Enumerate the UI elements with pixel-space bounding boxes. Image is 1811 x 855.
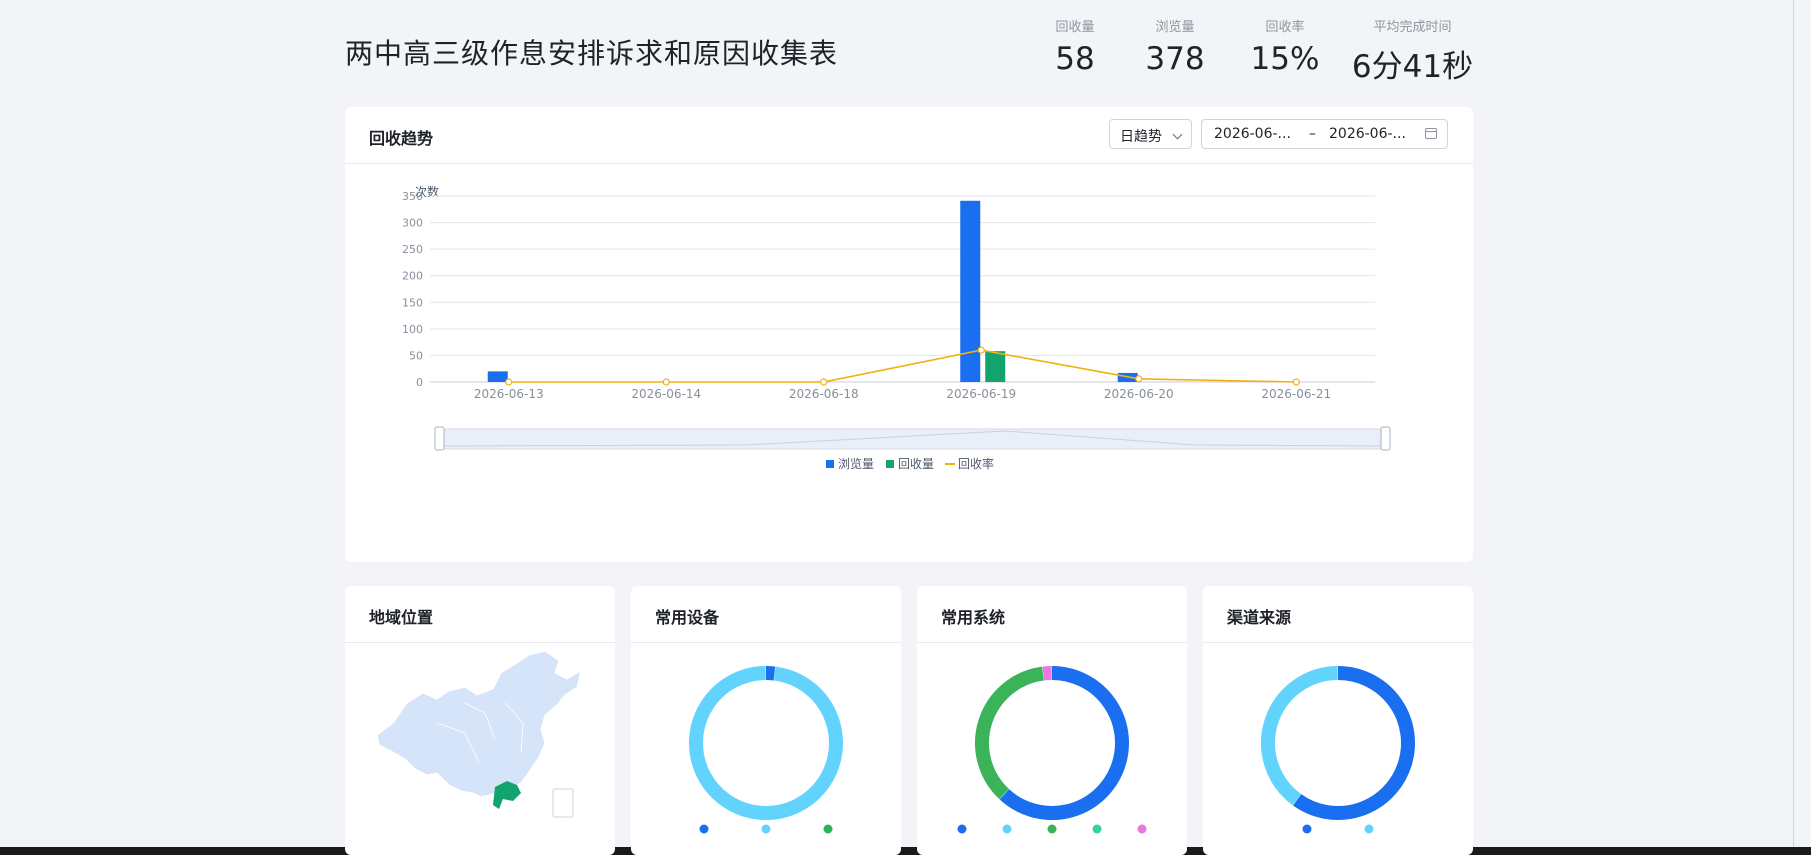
- y-tick-label: 0: [416, 376, 423, 389]
- line-point[interactable]: [505, 378, 513, 386]
- os-card: 常用系统: [917, 586, 1187, 855]
- device-card: 常用设备: [631, 586, 901, 855]
- x-tick-label: 2026-06-21: [1261, 387, 1331, 401]
- window-right-edge: [1793, 0, 1811, 855]
- date-range-picker[interactable]: 2026-06-... – 2026-06-...: [1201, 119, 1448, 149]
- donut-legend-dot[interactable]: [957, 824, 967, 834]
- map-south-sea-inset: [552, 788, 574, 818]
- donut-slice[interactable]: [999, 666, 1129, 820]
- device-title: 常用设备: [655, 608, 720, 627]
- stat-avg-time: 平均完成时间 6分41秒: [1350, 16, 1475, 86]
- line-point[interactable]: [1292, 378, 1300, 386]
- line-point[interactable]: [977, 346, 985, 354]
- y-tick-label: 200: [402, 270, 423, 283]
- donut-legend-dot[interactable]: [761, 824, 771, 834]
- zoom-handle-left[interactable]: [434, 426, 445, 451]
- line-point[interactable]: [820, 378, 828, 386]
- map-region[interactable]: [376, 650, 582, 798]
- chart-bars: [487, 200, 1138, 382]
- donut-legend-dot[interactable]: [823, 824, 833, 834]
- stat-collected: 回收量 58: [1035, 16, 1115, 77]
- stats-summary: 回收量 58 浏览量 378 回收率 15% 平均完成时间 6分41秒: [1035, 16, 1475, 86]
- stat-value: 6分41秒: [1351, 49, 1474, 85]
- donut-slice[interactable]: [689, 666, 843, 820]
- os-donut-chart: [957, 666, 1147, 834]
- chart-legend: 浏览量 回收量 回收率: [826, 456, 994, 471]
- donut-legend-dot[interactable]: [699, 824, 709, 834]
- region-card: 地域位置: [345, 586, 615, 855]
- stat-value: 378: [1145, 41, 1205, 77]
- device-donut-chart: [689, 666, 843, 834]
- donut-slice[interactable]: [975, 666, 1044, 800]
- channel-title: 渠道来源: [1227, 608, 1292, 627]
- region-card-header: 地域位置: [345, 586, 615, 643]
- x-tick-label: 2026-06-14: [631, 387, 701, 401]
- stat-views: 浏览量 378: [1130, 16, 1220, 77]
- donut-slice[interactable]: [1042, 666, 1052, 681]
- stat-value: 15%: [1250, 41, 1320, 77]
- donut-legend-dot[interactable]: [1137, 824, 1147, 834]
- legend-label[interactable]: 回收率: [958, 456, 994, 471]
- donut-legend-dot[interactable]: [1047, 824, 1057, 834]
- bar-浏览量[interactable]: [960, 200, 981, 382]
- line-回收率: [508, 349, 1297, 383]
- channel-card-header: 渠道来源: [1203, 586, 1473, 643]
- y-tick-label: 250: [402, 243, 423, 256]
- legend-swatch: [826, 460, 834, 468]
- y-tick-label: 300: [402, 217, 423, 230]
- china-map[interactable]: [345, 643, 615, 843]
- stat-label: 平均完成时间: [1373, 20, 1452, 35]
- date-end[interactable]: 2026-06-...: [1329, 126, 1406, 142]
- os-card-header: 常用系统: [917, 586, 1187, 643]
- x-tick-label: 2026-06-18: [789, 387, 859, 401]
- region-title: 地域位置: [369, 608, 434, 627]
- donut-slice[interactable]: [1261, 666, 1338, 806]
- x-tick-label: 2026-06-20: [1104, 387, 1174, 401]
- channel-card: 渠道来源: [1203, 586, 1473, 855]
- chart-line: [505, 346, 1300, 386]
- granularity-value: 日趋势: [1120, 129, 1162, 145]
- trend-card-header: 回收趋势 日趋势 2026-06-... – 2026-06-...: [345, 107, 1473, 164]
- device-card-header: 常用设备: [631, 586, 901, 643]
- stat-value: 58: [1055, 41, 1095, 77]
- donut-slice[interactable]: [765, 666, 776, 681]
- donut-legend-dot[interactable]: [1002, 824, 1012, 834]
- window-bottom-edge: [0, 847, 1811, 855]
- donut-legend-dot[interactable]: [1092, 824, 1102, 834]
- donut-legend-dot[interactable]: [1364, 824, 1374, 834]
- line-point[interactable]: [662, 378, 670, 386]
- line-point[interactable]: [1135, 375, 1143, 383]
- donut-legend-dot[interactable]: [1302, 824, 1312, 834]
- page-title: 两中高三级作息安排诉求和原因收集表: [345, 37, 839, 70]
- stat-label: 回收率: [1265, 20, 1305, 35]
- x-tick-label: 2026-06-19: [946, 387, 1016, 401]
- bar-回收量[interactable]: [985, 351, 1006, 382]
- donut-slice[interactable]: [1293, 666, 1415, 820]
- stat-label: 浏览量: [1155, 20, 1195, 35]
- zoom-handle-right[interactable]: [1380, 426, 1391, 451]
- trend-title: 回收趋势: [369, 129, 434, 148]
- legend-label[interactable]: 浏览量: [838, 456, 874, 471]
- date-separator: –: [1309, 126, 1316, 142]
- calendar-icon: [1425, 128, 1437, 139]
- granularity-select[interactable]: 日趋势: [1109, 119, 1192, 149]
- y-tick-label: 350: [402, 190, 423, 203]
- y-tick-label: 150: [402, 296, 423, 309]
- trend-chart: 次数 050100150200250300350 2026-06-13 2026-…: [402, 184, 1391, 471]
- chart-grid: 0 50 100 150 200 250 300 350: [402, 190, 1375, 389]
- y-tick-label: 50: [409, 349, 423, 362]
- x-axis-ticks: 2026-06-13 2026-06-14 2026-06-18 2026-06-19…: [474, 387, 1331, 401]
- legend-swatch: [886, 460, 894, 468]
- os-title: 常用系统: [941, 608, 1006, 627]
- trend-card: 回收趋势 日趋势 2026-06-... – 2026-06-... 次数 05…: [345, 107, 1473, 562]
- x-tick-label: 2026-06-13: [474, 387, 544, 401]
- legend-label[interactable]: 回收量: [898, 457, 934, 471]
- bar-浏览量[interactable]: [487, 371, 508, 382]
- date-start[interactable]: 2026-06-...: [1214, 126, 1291, 142]
- y-tick-label: 100: [402, 323, 423, 336]
- stat-label: 回收量: [1055, 20, 1095, 35]
- stat-rate: 回收率 15%: [1235, 16, 1335, 77]
- channel-donut-chart: [1261, 666, 1415, 834]
- chevron-down-icon: [1172, 129, 1183, 140]
